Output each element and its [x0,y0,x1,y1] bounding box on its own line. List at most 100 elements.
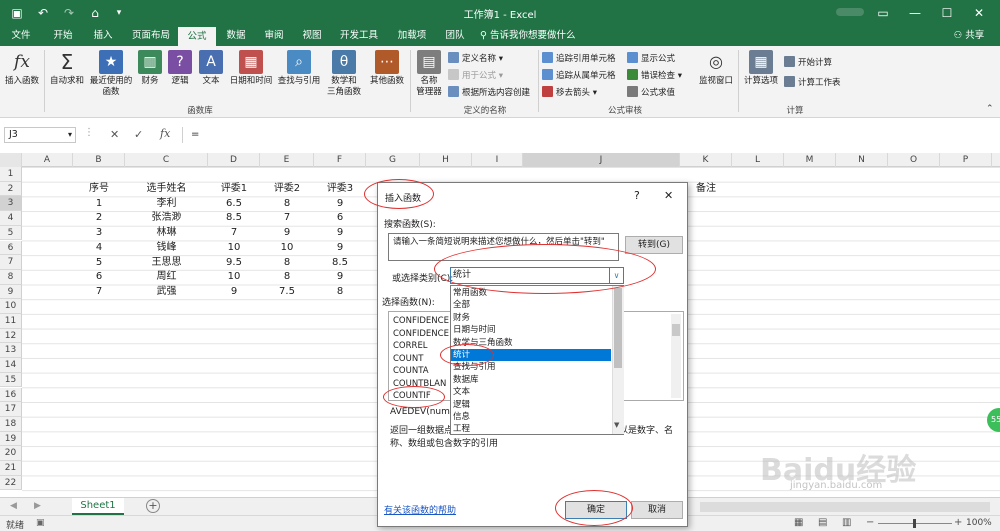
row-header[interactable]: 5 [0,225,22,241]
column-header[interactable]: K [680,153,732,167]
column-header[interactable]: I [472,153,523,167]
tab-addins[interactable]: 加载项 [392,26,432,46]
scroll-down-icon[interactable]: ▼ [614,421,619,429]
table-cell[interactable]: 7 [208,226,260,240]
column-header[interactable]: E [260,153,314,167]
row-header[interactable]: 12 [0,328,22,344]
help-link[interactable]: 有关该函数的帮助 [384,503,456,516]
row-header[interactable]: 16 [0,387,22,403]
tab-page-layout[interactable]: 页面布局 [126,26,176,46]
row-header[interactable]: 1 [0,167,22,182]
table-cell[interactable]: 5 [73,256,125,270]
recent-functions-button[interactable]: ★ 最近使用的 函数 [88,50,134,98]
create-from-selection-button[interactable]: 根据所选内容创建 [448,86,530,100]
row-header[interactable]: 13 [0,343,22,359]
table-cell[interactable]: 9.5 [208,256,260,270]
calc-options-button[interactable]: ▦ 计算选项 [740,50,782,87]
row-header[interactable]: 20 [0,446,22,461]
row-header[interactable]: 2 [0,181,22,197]
table-cell[interactable]: 林琳 [125,226,208,240]
list-item[interactable]: COUNTBLAN [393,378,446,391]
tab-data[interactable]: 数据 [220,26,252,46]
tab-insert[interactable]: 插入 [86,26,120,46]
zoom-level[interactable]: 100% [966,518,992,528]
table-cell[interactable]: 7 [73,285,125,299]
table-cell[interactable]: 3 [73,226,125,240]
cancel-formula-icon[interactable]: ✕ [110,128,119,141]
tab-file[interactable]: 文件 [6,26,36,46]
ok-button[interactable]: 确定 [565,501,627,519]
dropdown-scrollbar-thumb[interactable] [614,288,622,368]
table-cell[interactable]: 2 [73,211,125,225]
row-header[interactable]: 17 [0,402,22,417]
row-header[interactable]: 14 [0,358,22,373]
row-header[interactable]: 19 [0,431,22,447]
category-item[interactable]: 常用函数 [451,287,670,299]
table-cell[interactable]: 4 [73,241,125,255]
datetime-button[interactable]: ▦ 日期和时间 [228,50,274,87]
use-in-formula-button[interactable]: 用于公式 ▾ [448,69,503,83]
table-cell[interactable]: 8 [260,197,314,211]
column-header[interactable]: H [420,153,472,167]
row-header-active[interactable]: 3 [0,196,22,212]
table-cell[interactable]: 钱峰 [125,241,208,255]
table-cell[interactable]: 6 [314,211,366,225]
finance-button[interactable]: ▥ 财务 [136,50,164,87]
category-item[interactable]: 全部 [451,299,670,311]
category-item[interactable]: 财务 [451,312,670,324]
table-cell[interactable]: 张浩渺 [125,211,208,225]
tab-developer[interactable]: 开发工具 [334,26,384,46]
watch-window-button[interactable]: ◎ 监视窗口 [696,50,736,87]
column-header[interactable]: G [366,153,420,167]
error-check-button[interactable]: 错误检查 ▾ [627,69,682,83]
table-cell[interactable]: 10 [260,241,314,255]
lookup-button[interactable]: ⌕ 查找与引用 [276,50,322,87]
calc-sheet-button[interactable]: 计算工作表 [784,76,841,90]
row-header[interactable]: 21 [0,461,22,476]
category-select[interactable]: 统计 ∨ [450,267,624,284]
confirm-formula-icon[interactable]: ✓ [134,128,143,141]
collapse-ribbon-icon[interactable]: ⌃ [986,104,994,114]
table-header-cell[interactable]: 序号 [73,182,125,196]
category-item[interactable]: 逻辑 [451,399,670,411]
table-cell[interactable]: 9 [314,226,366,240]
column-header[interactable]: C [125,153,208,167]
maximize-icon[interactable]: ☐ [938,4,956,22]
table-cell[interactable]: 9 [314,197,366,211]
add-sheet-icon[interactable]: + [146,499,160,513]
tab-view[interactable]: 视图 [296,26,328,46]
table-cell[interactable]: 9 [314,270,366,284]
table-header-cell[interactable]: 评委3 [314,182,366,196]
row-header[interactable]: 4 [0,211,22,226]
prev-sheet-icon[interactable]: ◀ [10,501,17,511]
show-formulas-button[interactable]: 显示公式 [627,52,675,66]
table-cell[interactable]: 1 [73,197,125,211]
math-button[interactable]: θ 数学和 三角函数 [324,50,364,98]
share-button[interactable]: ⚇ 共享 [944,26,994,46]
list-item[interactable]: COUNTIF [393,390,431,403]
formula-input[interactable]: = [182,127,994,143]
ribbon-options-icon[interactable]: ▭ [874,4,892,22]
category-item[interactable]: 查找与引用 [451,361,670,373]
tab-formulas[interactable]: 公式 [178,27,216,46]
category-item[interactable]: 数据库 [451,374,670,386]
table-cell[interactable]: 10 [208,241,260,255]
category-item[interactable]: 数学与三角函数 [451,337,670,349]
column-header[interactable]: N [836,153,888,167]
category-item[interactable]: 信息 [451,411,670,423]
table-cell[interactable]: 8.5 [314,256,366,270]
tab-home[interactable]: 开始 [46,26,80,46]
table-cell[interactable]: 7.5 [260,285,314,299]
next-sheet-icon[interactable]: ▶ [34,501,41,511]
tab-review[interactable]: 审阅 [258,26,290,46]
row-header[interactable]: 6 [0,240,22,256]
table-cell[interactable]: 李利 [125,197,208,211]
table-cell[interactable]: 9 [314,241,366,255]
close-window-icon[interactable]: ✕ [970,4,988,22]
fx-icon[interactable]: fx [160,127,170,140]
page-break-view-icon[interactable]: ▥ [842,517,851,528]
row-header[interactable]: 15 [0,372,22,388]
column-header[interactable]: O [888,153,940,167]
row-header[interactable]: 11 [0,314,22,329]
trace-precedents-button[interactable]: 追踪引用单元格 [542,52,616,66]
